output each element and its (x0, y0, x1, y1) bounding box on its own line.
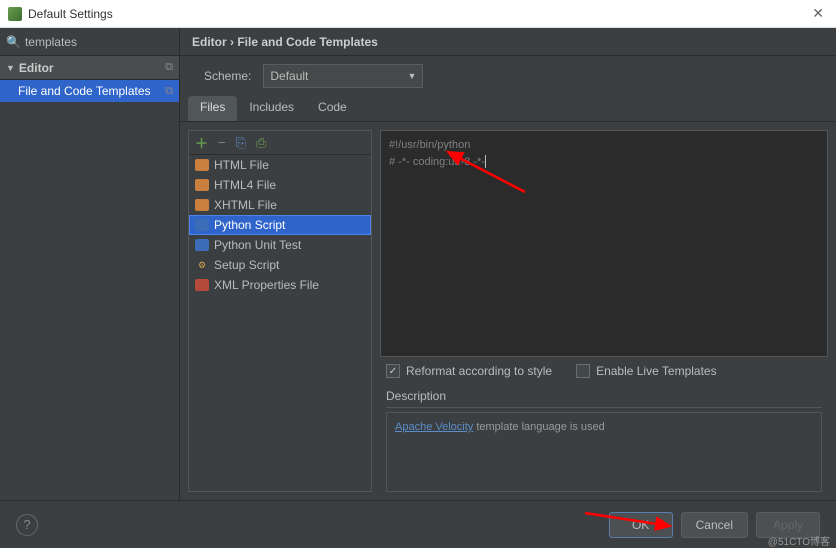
file-type-icon: ⚙ (195, 259, 209, 271)
checkbox-icon (386, 364, 400, 378)
reformat-checkbox[interactable]: Reformat according to style (386, 364, 552, 378)
template-item[interactable]: Python Unit Test (189, 235, 371, 255)
checkbox-label: Enable Live Templates (596, 364, 717, 378)
file-type-icon (195, 239, 209, 251)
add-icon[interactable]: ＋ (195, 133, 208, 152)
description-text: template language is used (473, 421, 604, 433)
remove-icon[interactable]: − (218, 135, 226, 150)
search-input[interactable] (23, 35, 180, 49)
tab-code[interactable]: Code (306, 96, 359, 121)
checkbox-label: Reformat according to style (406, 364, 552, 378)
template-item[interactable]: HTML4 File (189, 175, 371, 195)
tab-includes[interactable]: Includes (237, 96, 306, 121)
template-item[interactable]: HTML File (189, 155, 371, 175)
sidebar-item-label: File and Code Templates (18, 84, 151, 98)
live-templates-checkbox[interactable]: Enable Live Templates (576, 364, 717, 378)
chevron-down-icon: ▼ (6, 63, 15, 73)
tree-header-editor[interactable]: ▼ Editor ⧉ (0, 56, 179, 80)
file-type-icon (195, 179, 209, 191)
file-type-icon (195, 219, 209, 231)
file-type-icon (195, 199, 209, 211)
titlebar: Default Settings ✕ (0, 0, 836, 28)
ok-button[interactable]: OK (609, 512, 673, 538)
code-editor[interactable]: #!/usr/bin/python # -*- coding:utf-8 -*- (380, 130, 828, 357)
tabs: Files Includes Code (180, 96, 836, 122)
description-label: Description (386, 389, 822, 408)
template-list-panel: ＋ − ⎘ ⎙ HTML File HTML4 File XHTML File Pyt… (188, 130, 372, 492)
tree-header-label: Editor (19, 61, 54, 75)
left-panel: 🔍 ✕ ▼ Editor ⧉ File and Code Templates ⧉ (0, 28, 180, 500)
search-row: 🔍 ✕ (0, 28, 179, 56)
template-item[interactable]: Python Script (189, 215, 371, 235)
template-item-label: Python Unit Test (214, 238, 301, 252)
tab-files[interactable]: Files (188, 96, 237, 121)
breadcrumb: Editor › File and Code Templates (180, 28, 836, 56)
template-item[interactable]: ⚙ Setup Script (189, 255, 371, 275)
description-box: Apache Velocity template language is use… (386, 412, 822, 492)
close-icon[interactable]: ✕ (808, 5, 828, 22)
search-icon: 🔍 (6, 35, 21, 49)
window-title: Default Settings (28, 7, 113, 21)
template-item[interactable]: XHTML File (189, 195, 371, 215)
watermark: @51CTO博客 (768, 533, 830, 548)
code-line: # -*- coding:utf-8 -*- (389, 156, 485, 168)
file-type-icon (195, 159, 209, 171)
template-item-label: XML Properties File (214, 278, 319, 292)
template-item-label: Python Script (214, 218, 285, 232)
text-cursor (485, 155, 486, 168)
scheme-value: Default (270, 69, 308, 83)
cancel-button[interactable]: Cancel (681, 512, 748, 538)
template-item-label: Setup Script (214, 258, 279, 272)
paste-icon[interactable]: ⎙ (256, 135, 266, 151)
code-line: #!/usr/bin/python (389, 137, 819, 154)
app-icon (8, 7, 22, 21)
footer: ? OK Cancel Apply (0, 500, 836, 548)
template-item-label: HTML4 File (214, 178, 276, 192)
sidebar-item-file-code-templates[interactable]: File and Code Templates ⧉ (0, 80, 179, 102)
help-icon[interactable]: ? (16, 514, 38, 536)
settings-group-icon: ⧉ (165, 61, 173, 74)
apache-velocity-link[interactable]: Apache Velocity (395, 421, 473, 433)
file-type-icon (195, 279, 209, 291)
copy-icon[interactable]: ⎘ (236, 135, 246, 151)
scheme-label: Scheme: (204, 69, 251, 83)
template-toolbar: ＋ − ⎘ ⎙ (189, 131, 371, 155)
template-item-label: HTML File (214, 158, 269, 172)
chevron-down-icon: ▼ (407, 71, 416, 81)
scheme-select[interactable]: Default ▼ (263, 64, 423, 88)
template-item-label: XHTML File (214, 198, 277, 212)
checkbox-icon (576, 364, 590, 378)
settings-item-icon: ⧉ (165, 85, 173, 98)
template-item[interactable]: XML Properties File (189, 275, 371, 295)
